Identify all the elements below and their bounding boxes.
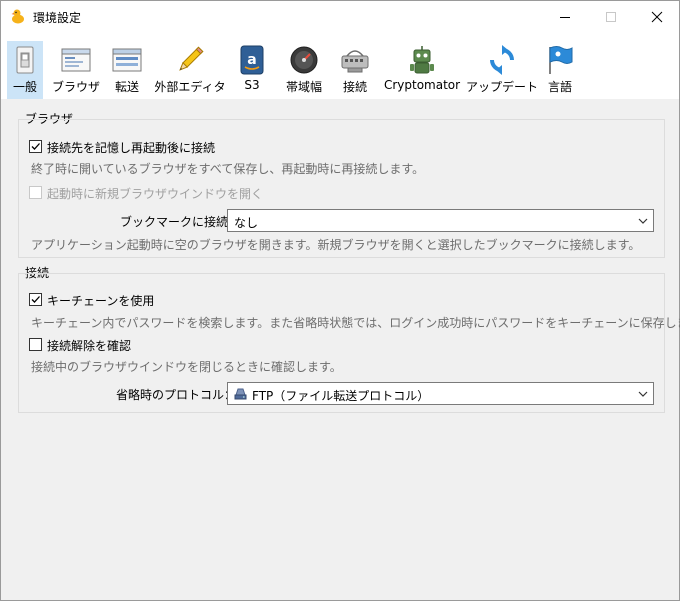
keychain-description: キーチェーン内でパスワードを検索します。また省略時状態では、ログイン成功時にパス…: [31, 316, 680, 330]
tab-connection[interactable]: 接続: [338, 41, 372, 99]
open-new-window-checkbox[interactable]: [29, 186, 42, 199]
cryptomator-robot-icon: [410, 46, 434, 74]
window-title: 環境設定: [33, 11, 82, 25]
keychain-label[interactable]: キーチェーンを使用: [47, 292, 154, 309]
tab-editor[interactable]: 外部エディタ: [154, 41, 226, 99]
tab-transfers-label: 転送: [114, 80, 139, 94]
pencil-icon: [179, 46, 204, 71]
tab-browser[interactable]: ブラウザ: [52, 41, 101, 99]
maximize-button[interactable]: [588, 1, 634, 32]
default-protocol-label: 省略時のプロトコル：: [116, 388, 237, 402]
tab-update-label: アップデート: [466, 80, 539, 94]
speedometer-icon: [290, 46, 318, 74]
preferences-window: 環境設定 一般 ブラウザ 転送 外部エディタ a S3 帯域幅 接続 Crypt…: [0, 0, 680, 601]
bookmark-select[interactable]: なし: [227, 209, 654, 232]
close-icon: [651, 11, 663, 22]
bookmark-description: アプリケーション起動時に空のブラウザを開きます。新規ブラウザを開くと選択したブッ…: [31, 238, 641, 252]
browser-window-icon: [61, 48, 91, 72]
ftp-drive-icon: [234, 388, 247, 400]
confirm-disconnect-checkbox[interactable]: [29, 338, 42, 351]
duck-app-icon: [11, 9, 24, 24]
save-workspace-description: 終了時に開いているブラウザをすべて保存し、再起動時に再接続します。: [31, 162, 425, 176]
tab-browser-label: ブラウザ: [52, 80, 101, 94]
chevron-down-icon: [638, 391, 648, 397]
default-protocol-select[interactable]: FTP（ファイル転送プロトコル）: [227, 382, 654, 405]
tab-cryptomator-label: Cryptomator: [383, 78, 461, 92]
tab-s3-label: S3: [244, 78, 260, 92]
transfers-window-icon: [112, 48, 142, 72]
language-flag-icon: [549, 46, 573, 74]
tab-update[interactable]: アップデート: [466, 41, 538, 99]
tab-cryptomator[interactable]: Cryptomator: [383, 41, 461, 99]
keychain-checkbox[interactable]: [29, 293, 42, 306]
save-workspace-label[interactable]: 接続先を記憶し再起動後に接続: [47, 139, 215, 156]
tab-s3[interactable]: a S3: [235, 41, 269, 99]
tab-transfers[interactable]: 転送: [109, 41, 145, 99]
confirm-disconnect-description: 接続中のブラウザウインドウを閉じるときに確認します。: [31, 360, 342, 374]
svg-text:a: a: [247, 52, 256, 68]
bookmark-select-value: なし: [234, 216, 259, 230]
checkmark-icon: [31, 296, 40, 303]
tab-bandwidth[interactable]: 帯域幅: [282, 41, 326, 99]
light-switch-icon: [16, 46, 34, 74]
tab-connection-label: 接続: [342, 80, 367, 94]
minimize-button[interactable]: [542, 1, 588, 32]
amazon-s3-icon: a: [240, 45, 264, 75]
tab-bandwidth-label: 帯域幅: [285, 80, 322, 94]
confirm-disconnect-label[interactable]: 接続解除を確認: [47, 337, 131, 354]
minimize-icon: [560, 16, 570, 18]
tab-language[interactable]: 言語: [543, 41, 577, 99]
maximize-icon: [606, 11, 616, 22]
bookmark-label: ブックマークに接続：: [120, 215, 241, 229]
tab-general-label: 一般: [12, 80, 37, 94]
tab-language-label: 言語: [547, 80, 572, 94]
title-bar: 環境設定: [1, 1, 679, 32]
tab-editor-label: 外部エディタ: [154, 80, 226, 94]
default-protocol-value: FTP（ファイル転送プロトコル）: [252, 389, 430, 403]
save-workspace-checkbox[interactable]: [29, 140, 42, 153]
checkmark-icon: [31, 143, 40, 150]
preferences-toolbar: 一般 ブラウザ 転送 外部エディタ a S3 帯域幅 接続 Cryptomato…: [1, 32, 679, 99]
chevron-down-icon: [638, 218, 648, 224]
open-new-window-label[interactable]: 起動時に新規ブラウザウインドウを開く: [47, 185, 263, 202]
close-button[interactable]: [634, 1, 680, 32]
tab-general[interactable]: 一般: [7, 41, 43, 99]
network-connection-icon: [341, 50, 369, 73]
refresh-update-icon: [490, 45, 514, 75]
